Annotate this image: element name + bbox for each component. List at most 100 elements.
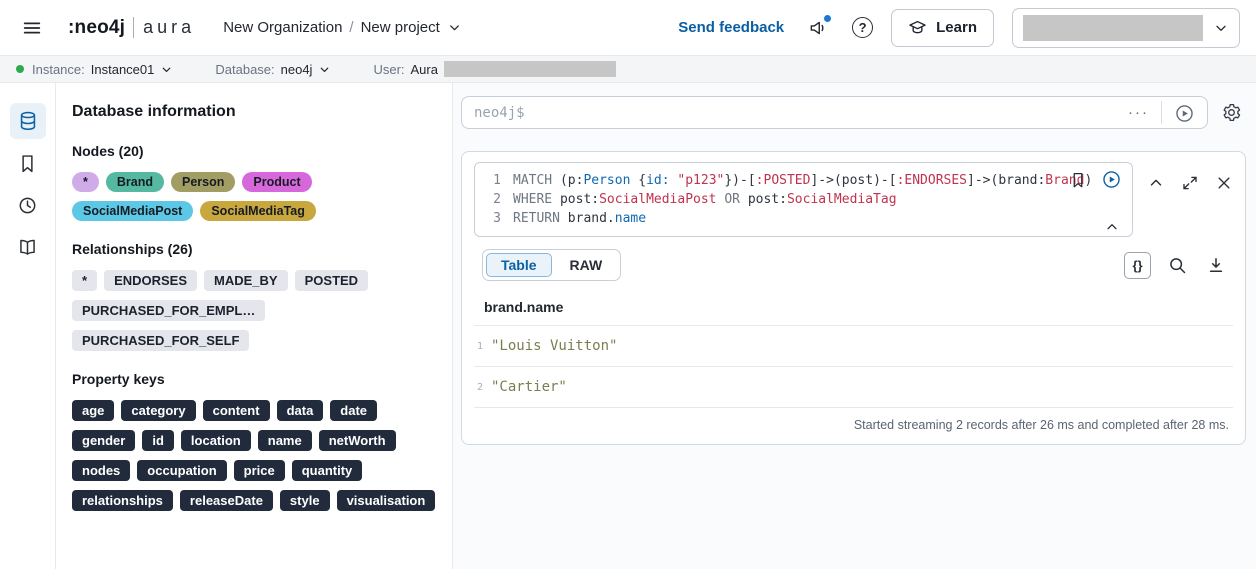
property-key-chip[interactable]: content: [202, 400, 270, 421]
line-number: 2: [493, 192, 501, 207]
property-key-chip[interactable]: netWorth: [318, 430, 396, 451]
relationship-type-chip[interactable]: MADE_BY: [204, 270, 288, 291]
property-key-chip[interactable]: name: [257, 430, 312, 451]
download-results-button[interactable]: [1202, 252, 1229, 279]
announcements-button[interactable]: [802, 12, 834, 44]
property-key-chip[interactable]: category: [121, 400, 196, 421]
property-keys-heading: Property keys: [72, 371, 165, 387]
help-icon[interactable]: ?: [852, 17, 874, 38]
database-value: neo4j: [280, 61, 313, 77]
property-key-chip[interactable]: occupation: [137, 460, 227, 481]
instance-chevron-down-icon: [163, 67, 171, 72]
expand-icon: [1183, 176, 1197, 190]
instance-status-dot: [16, 65, 24, 73]
graduation-cap-icon: [909, 20, 926, 34]
breadcrumb-organization[interactable]: New Organization: [223, 19, 342, 36]
property-key-chip[interactable]: releaseDate: [179, 490, 273, 511]
property-key-chip[interactable]: data: [276, 400, 324, 421]
property-key-chip[interactable]: relationships: [72, 490, 173, 511]
relationship-type-chip[interactable]: PURCHASED_FOR_SELF: [72, 330, 250, 351]
sidebar-item-documentation[interactable]: [10, 229, 46, 265]
instance-selector[interactable]: Instance: Instance01: [16, 62, 173, 77]
collapse-card-button[interactable]: [1147, 174, 1165, 192]
code-line: 2 WHERE post:SocialMediaPost OR post:Soci…: [485, 190, 1122, 209]
sidebar-item-bookmarks[interactable]: [10, 145, 46, 181]
project-chevron-down-icon[interactable]: [447, 20, 462, 35]
property-key-chip[interactable]: style: [279, 490, 330, 511]
logo-neo4j: :neo4j: [68, 16, 126, 38]
node-label-pill[interactable]: SocialMediaPost: [72, 201, 194, 221]
node-label-pill[interactable]: *: [72, 172, 99, 192]
code-lines: 1 MATCH (p:Person {id: "p123"})-[:POSTED]…: [485, 171, 1122, 228]
sidebar-item-history[interactable]: [10, 187, 46, 223]
node-label-pill[interactable]: Product: [242, 172, 312, 192]
instance-value: Instance01: [90, 61, 155, 77]
database-label: Database:: [215, 61, 275, 77]
card-controls: [1147, 174, 1233, 192]
result-tabs-row: Table RAW {}: [474, 249, 1233, 281]
query-workspace: ··· 1 MATCH (p:Person {id: "p123"})-[:POS…: [453, 83, 1256, 569]
json-braces-button[interactable]: {}: [1124, 251, 1151, 279]
send-feedback-link[interactable]: Send feedback: [678, 19, 784, 36]
property-key-chip[interactable]: id: [142, 430, 174, 451]
account-chevron-down-icon: [1216, 25, 1226, 31]
property-key-chip[interactable]: location: [180, 430, 251, 451]
cypher-editor[interactable]: 1 MATCH (p:Person {id: "p123"})-[:POSTED]…: [474, 162, 1133, 237]
property-key-chip[interactable]: visualisation: [336, 490, 436, 511]
settings-gear-button[interactable]: [1216, 102, 1246, 123]
cell-value: "Cartier": [491, 379, 567, 395]
notification-dot: [824, 14, 832, 22]
relationship-type-chip[interactable]: ENDORSES: [104, 270, 198, 291]
row-number: 2: [477, 381, 484, 393]
relationship-type-chip[interactable]: PURCHASED_FOR_EMPL…: [72, 300, 266, 321]
property-key-chip[interactable]: quantity: [291, 460, 363, 481]
property-key-chip[interactable]: price: [233, 460, 285, 481]
download-icon: [1209, 258, 1222, 272]
hamburger-menu-button[interactable]: [16, 12, 48, 44]
close-icon: [1218, 177, 1230, 189]
line-number: 1: [493, 173, 501, 188]
redacted-user-info: [443, 61, 616, 77]
table-row: 2 "Cartier": [474, 367, 1233, 408]
database-information-panel: Database information Nodes (20) * Brand Pe…: [56, 83, 453, 569]
cypher-query-input[interactable]: [474, 104, 1116, 121]
property-key-chip[interactable]: age: [72, 400, 115, 421]
node-label-pill[interactable]: SocialMediaTag: [200, 201, 316, 221]
property-key-chip[interactable]: gender: [72, 430, 136, 451]
query-result-card: 1 MATCH (p:Person {id: "p123"})-[:POSTED]…: [461, 151, 1246, 445]
property-key-chip[interactable]: date: [330, 400, 378, 421]
node-label-pill[interactable]: Person: [171, 172, 236, 192]
search-results-button[interactable]: [1163, 252, 1190, 279]
icon-rail: [0, 83, 56, 569]
hamburger-icon: [23, 22, 41, 33]
save-bookmark-button[interactable]: [1069, 171, 1087, 189]
account-menu[interactable]: [1012, 7, 1240, 48]
close-card-button[interactable]: [1215, 174, 1233, 192]
property-key-chip[interactable]: nodes: [72, 460, 131, 481]
redacted-account-info: [1023, 14, 1203, 41]
database-selector[interactable]: Database: neo4j: [215, 62, 331, 77]
result-rows: 1 "Louis Vuitton" 2 "Cartier": [474, 326, 1233, 408]
run-editor-query-button[interactable]: [1101, 169, 1122, 190]
bookmark-icon: [1073, 172, 1083, 187]
bookmark-icon: [22, 154, 33, 172]
node-label-pill[interactable]: Brand: [105, 172, 164, 192]
result-column-header: brand.name: [474, 281, 1233, 326]
play-icon: [1176, 105, 1193, 122]
learn-button[interactable]: Learn: [891, 8, 994, 47]
collapse-editor-button[interactable]: [1104, 219, 1120, 235]
relationship-type-chip[interactable]: POSTED: [294, 270, 369, 291]
breadcrumb-project[interactable]: New project: [361, 19, 440, 36]
code-line: 3 RETURN brand.name: [485, 209, 1122, 228]
more-options-button[interactable]: ···: [1116, 104, 1161, 121]
tab-table[interactable]: Table: [486, 253, 552, 277]
fullscreen-button[interactable]: [1181, 174, 1199, 192]
run-query-button[interactable]: [1161, 101, 1199, 124]
neo4j-aura-logo: :neo4j aura: [68, 17, 195, 39]
line-number: 3: [493, 211, 501, 226]
user-value: Aura: [410, 61, 438, 77]
relationship-type-chip[interactable]: *: [72, 270, 98, 291]
tab-raw[interactable]: RAW: [555, 253, 618, 277]
node-labels-list: * Brand Person Product SocialMediaPost Social…: [72, 172, 436, 221]
sidebar-item-database-information[interactable]: [9, 103, 46, 139]
